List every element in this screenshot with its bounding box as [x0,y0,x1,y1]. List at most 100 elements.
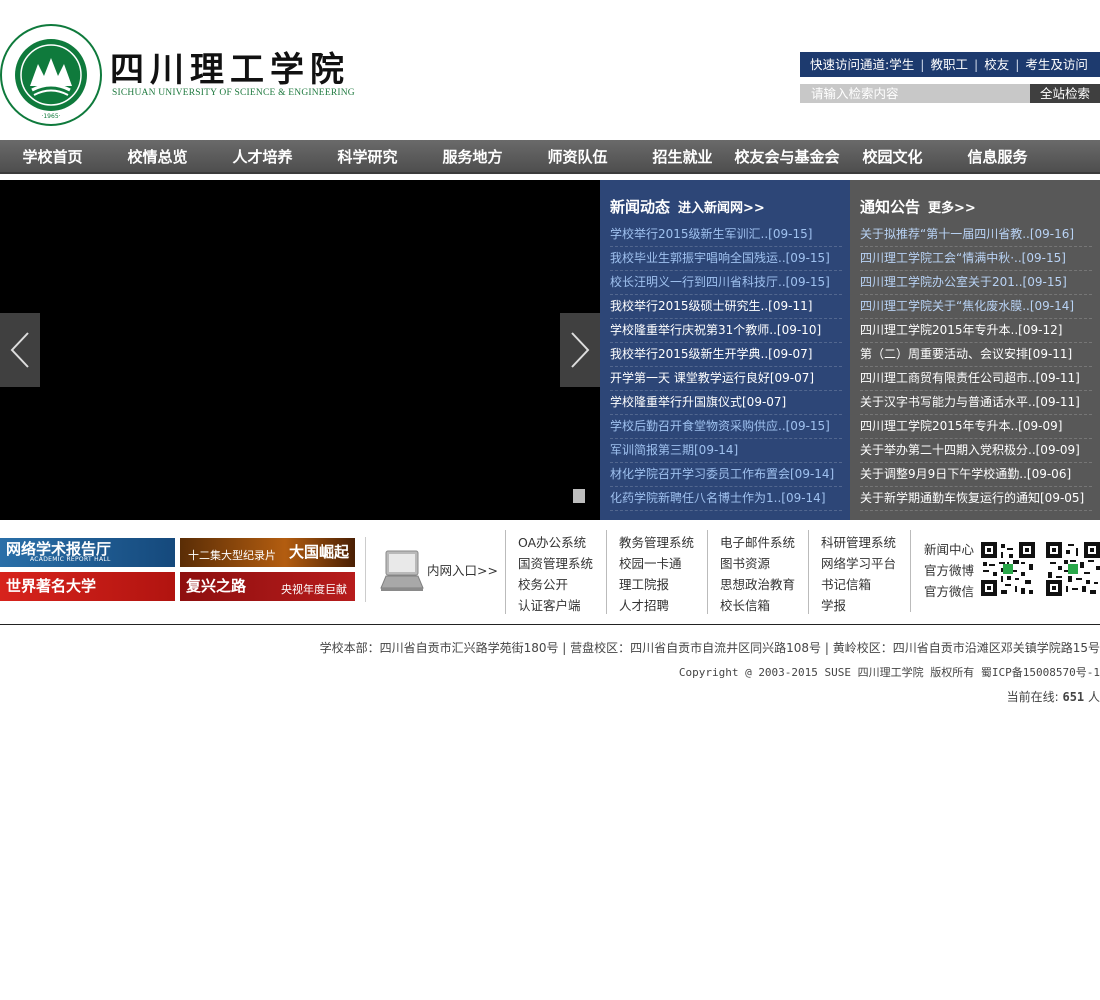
system-link-email[interactable]: 电子邮件系统 [708,532,808,553]
online-prefix: 当前在线: [1006,690,1059,704]
nav-local-service[interactable]: 服务地方 [420,140,525,172]
nav-education[interactable]: 人才培养 [210,140,315,172]
news-item[interactable]: 军训简报第三期[09-14] [610,439,842,463]
nav-campus-culture[interactable]: 校园文化 [840,140,945,172]
chevron-left-icon [10,332,29,368]
slider-next-button[interactable] [560,313,600,387]
separator: | [1015,57,1020,72]
notice-item[interactable]: 关于新学期通勤车恢复运行的通知[09-05] [860,487,1092,511]
system-link-asset-mgmt[interactable]: 国资管理系统 [506,553,606,574]
banner-subtitle: 央视年度巨献 [281,583,347,596]
search-input[interactable] [800,84,1030,103]
quick-link-applicants[interactable]: 考生及访问 [1025,52,1088,77]
system-link-school-paper[interactable]: 理工院报 [607,574,707,595]
quick-link-alumni[interactable]: 校友 [984,52,1009,77]
system-link-recruitment[interactable]: 人才招聘 [607,595,707,616]
separator: | [920,57,925,72]
news-item[interactable]: 学校隆重举行升国旗仪式[09-07] [610,391,842,415]
online-counter: 当前在线: 651 人 [0,688,1100,705]
world-famous-universities-banner[interactable]: 世界著名大学 [0,572,175,601]
system-link-academic-mgmt[interactable]: 教务管理系统 [607,532,707,553]
notice-item[interactable]: 关于举办第二十四期入党积极分..[09-09] [860,439,1092,463]
systems-column: 教务管理系统 校园一卡通 理工院报 人才招聘 [606,530,707,614]
news-item[interactable]: 学校隆重举行庆祝第31个教师..[09-10] [610,319,842,343]
news-title: 新闻动态 [610,198,671,216]
main-nav: 学校首页 校情总览 人才培养 科学研究 服务地方 师资队伍 招生就业 校友会与基… [0,140,1100,174]
banner-title: 世界著名大学 [6,577,97,595]
system-link-campus-card[interactable]: 校园一卡通 [607,553,707,574]
news-item[interactable]: 我校举行2015级新生开学典..[09-07] [610,343,842,367]
notice-item[interactable]: 四川理工学院2015年专升本..[09-12] [860,319,1092,343]
nav-overview[interactable]: 校情总览 [105,140,210,172]
nav-alumni-foundation[interactable]: 校友会与基金会 [733,140,841,172]
notice-item[interactable]: 关于汉字书写能力与普通话水平..[09-11] [860,391,1092,415]
online-count: 651 [1062,690,1085,704]
footer-address: 学校本部：四川省自贡市汇兴路学苑街180号 | 营盘校区：四川省自贡市自流井区同… [319,641,1100,655]
news-panel: 新闻动态 进入新闻网>> 学校举行2015级新生军训汇..[09-15] 我校毕业… [600,180,850,520]
system-link-auth-client[interactable]: 认证客户端 [506,595,606,616]
school-emblem-logo[interactable]: ·1965· [0,24,102,126]
system-link-oa[interactable]: OA办公系统 [506,532,606,553]
school-name-cn[interactable]: 四川理工学院 [110,50,350,90]
news-list: 学校举行2015级新生军训汇..[09-15] 我校毕业生郭振宇唱响全国残运..… [610,223,842,511]
system-link-affairs-public[interactable]: 校务公开 [506,574,606,595]
notice-item[interactable]: 四川理工学院办公室关于201..[09-15] [860,271,1092,295]
intranet-entry-link[interactable]: 内网入口>> [380,548,498,598]
notice-item[interactable]: 四川理工商贸有限责任公司超市..[09-11] [860,367,1092,391]
system-link-political-education[interactable]: 思想政治教育 [708,574,808,595]
nav-admissions-careers[interactable]: 招生就业 [630,140,735,172]
notice-header: 通知公告 更多>> [860,196,976,216]
separator: | [973,57,979,72]
image-slider[interactable] [0,180,600,520]
notice-item[interactable]: 关于调整9月9日下午学校通勤..[09-06] [860,463,1092,487]
news-item[interactable]: 材化学院召开学习委员工作布置会[09-14] [610,463,842,487]
system-link-president-mailbox[interactable]: 校长信箱 [708,595,808,616]
notice-item[interactable]: 四川理工学院工会“情满中秋·..[09-15] [860,247,1092,271]
chevron-right-icon [571,332,590,368]
slider-indicator[interactable] [573,489,585,503]
quick-link-staff[interactable]: 教职工 [930,52,968,77]
notice-panel: 通知公告 更多>> 关于拟推荐“第十一届四川省教..[09-16] 四川理工学院工… [850,180,1100,520]
news-item[interactable]: 化药学院新聘任八名博士作为1..[09-14] [610,487,842,511]
nav-faculty[interactable]: 师资队伍 [525,140,630,172]
notice-title: 通知公告 [860,198,921,216]
notice-more-link[interactable]: 更多>> [928,201,976,216]
system-link-research-mgmt[interactable]: 科研管理系统 [809,532,909,553]
banner-title: 复兴之路 [186,577,247,595]
official-wechat-link[interactable]: 官方微信 [911,581,980,602]
nav-home[interactable]: 学校首页 [0,140,105,172]
search-button[interactable]: 全站检索 [1030,84,1100,103]
quick-access-title: 快速访问通道: [810,57,890,72]
laptop-icon [380,550,424,591]
quick-access-bar: 快速访问通道:学生 | 教职工 | 校友 | 考生及访问 [800,52,1100,77]
online-suffix: 人 [1087,690,1100,704]
nav-info-services[interactable]: 信息服务 [945,140,1050,172]
official-weibo-link[interactable]: 官方微博 [911,560,980,581]
system-link-secretary-mailbox[interactable]: 书记信箱 [809,574,909,595]
slider-prev-button[interactable] [0,313,40,387]
notice-item[interactable]: 关于拟推荐“第十一届四川省教..[09-16] [860,223,1092,247]
system-link-e-learning[interactable]: 网络学习平台 [809,553,909,574]
news-item[interactable]: 校长汪明义一行到四川省科技厅..[09-15] [610,271,842,295]
nav-research[interactable]: 科学研究 [315,140,420,172]
academic-report-hall-banner[interactable]: 网络学术报告厅 ACADEMIC REPORT HALL [0,538,175,567]
quick-link-students[interactable]: 学生 [889,52,914,77]
news-more-link[interactable]: 进入新闻网>> [678,201,765,216]
road-to-revival-banner[interactable]: 复兴之路 央视年度巨献 [180,572,355,601]
notice-item[interactable]: 四川理工学院2015年专升本..[09-09] [860,415,1092,439]
news-item[interactable]: 学校后勤召开食堂物资采购供应..[09-15] [610,415,842,439]
system-link-library[interactable]: 图书资源 [708,553,808,574]
notice-item[interactable]: 第（二）周重要活动、会议安排[09-11] [860,343,1092,367]
news-item[interactable]: 我校毕业生郭振宇唱响全国残运..[09-15] [610,247,842,271]
notice-item[interactable]: 四川理工学院关于“焦化废水膜..[09-14] [860,295,1092,319]
system-link-journal[interactable]: 学报 [809,595,909,616]
news-item[interactable]: 学校举行2015级新生军训汇..[09-15] [610,223,842,247]
notice-list: 关于拟推荐“第十一届四川省教..[09-16] 四川理工学院工会“情满中秋·..… [860,223,1092,511]
systems-column: 电子邮件系统 图书资源 思想政治教育 校长信箱 [707,530,808,614]
news-item[interactable]: 我校举行2015级硕士研究生..[09-11] [610,295,842,319]
school-name-en: SICHUAN UNIVERSITY OF SCIENCE & ENGINEER… [112,88,355,98]
news-item[interactable]: 开学第一天 课堂教学运行良好[09-07] [610,367,842,391]
rise-of-great-powers-banner[interactable]: 十二集大型纪录片 大国崛起 [180,538,355,567]
news-center-link[interactable]: 新闻中心 [911,539,980,560]
banner-subtitle: 十二集大型纪录片 [188,549,276,562]
